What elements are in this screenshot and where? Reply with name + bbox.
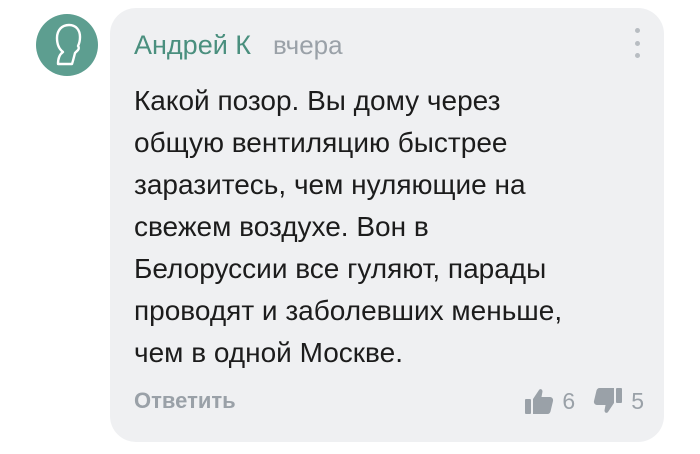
- like-count: 6: [562, 387, 576, 414]
- comment-text-line: проводят и заболевших меньше,: [134, 295, 563, 326]
- thumbs-down-icon: [594, 388, 623, 413]
- comment-text-line: Какой позор. Вы дому через: [134, 85, 501, 116]
- comment-text-line: Белоруссии все гуляют, парады: [134, 253, 547, 284]
- avatar[interactable]: [36, 14, 98, 76]
- comment: Андрей К вчера Какой позор. Вы дому чере…: [0, 0, 700, 454]
- comment-text-line: чем в одной Москве.: [134, 337, 403, 368]
- comment-text-line: заразитесь, чем нуляющие на: [134, 169, 526, 200]
- votes: 6 5: [524, 387, 644, 415]
- comment-text-line: общую вентиляцию быстрее: [134, 127, 508, 158]
- comment-header: Андрей К вчера: [134, 30, 343, 61]
- thumbs-up-icon: [525, 389, 554, 414]
- dislike-count: 5: [631, 387, 644, 414]
- like-button[interactable]: 6: [524, 387, 575, 415]
- comment-time: вчера: [273, 30, 343, 60]
- comment-text: Какой позор. Вы дому через общую вентиля…: [134, 80, 634, 374]
- dislike-button[interactable]: 5: [593, 387, 644, 415]
- author-name[interactable]: Андрей К: [134, 30, 251, 61]
- reply-button[interactable]: Ответить: [134, 388, 236, 414]
- more-vertical-icon[interactable]: [632, 28, 642, 58]
- comment-text-line: свежем воздухе. Вон в: [134, 211, 429, 242]
- user-silhouette-icon: [55, 23, 82, 66]
- comment-bubble: Андрей К вчера Какой позор. Вы дому чере…: [110, 8, 664, 442]
- comment-footer: Ответить 6 5: [134, 386, 644, 416]
